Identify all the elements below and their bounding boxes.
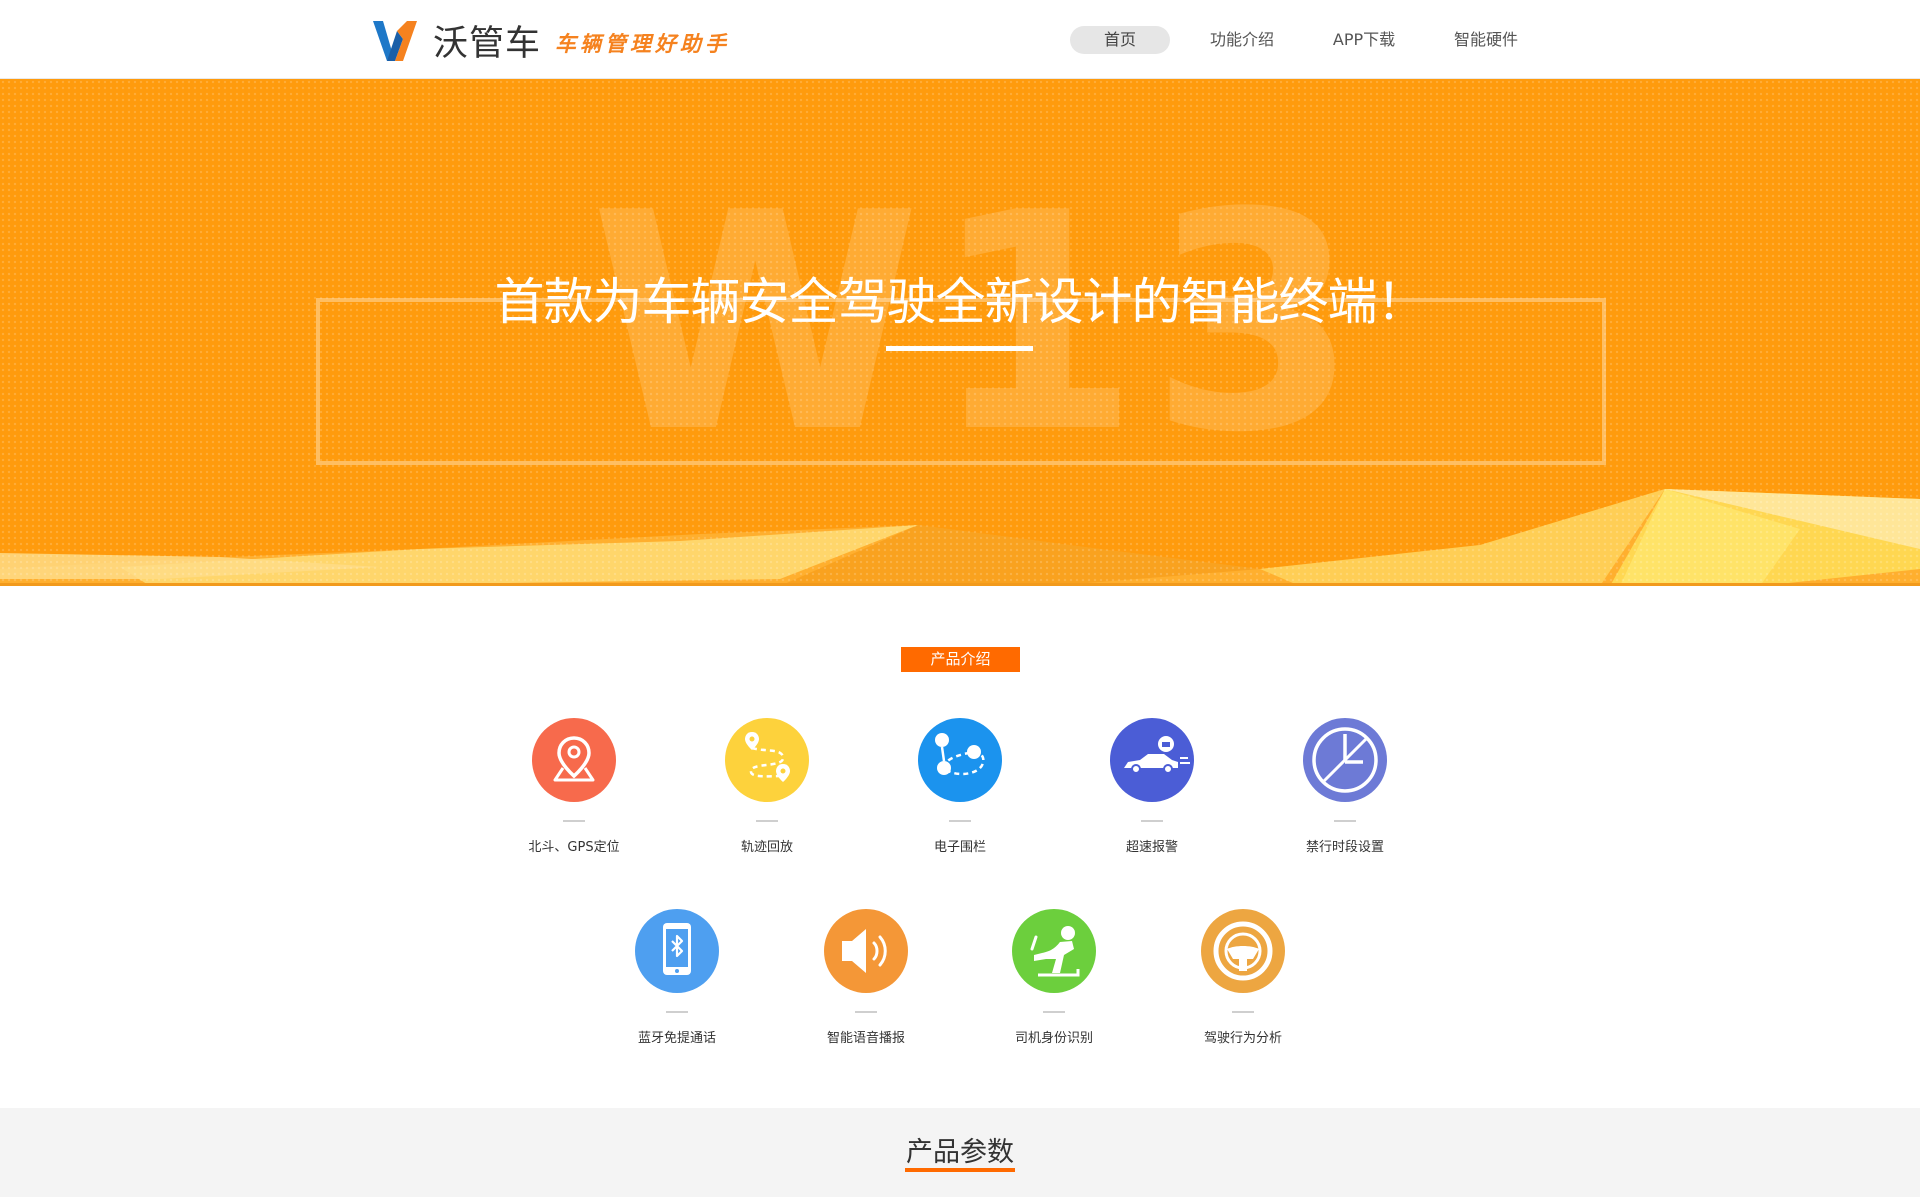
steering-wheel-icon — [1201, 909, 1285, 993]
params-title-underline — [905, 1168, 1015, 1172]
feature-location[interactable]: 北斗、GPS定位 — [489, 718, 659, 855]
feature-label: 禁行时段设置 — [1305, 840, 1384, 855]
bluetooth-phone-icon — [635, 909, 719, 993]
logo-mark-icon — [373, 21, 417, 61]
feature-geofence[interactable]: 电子围栏 — [875, 718, 1045, 855]
feature-label: 超速报警 — [1125, 840, 1178, 855]
brand-name: 沃管车 — [433, 23, 542, 64]
feature-divider — [1334, 820, 1356, 822]
speeding-car-icon — [1110, 718, 1194, 802]
feature-speed-alert[interactable]: 超速报警 — [1067, 718, 1237, 855]
hero-headline: 首款为车辆安全驾驶全新设计的智能终端！ — [494, 273, 1427, 331]
feature-driver-id[interactable]: 司机身份识别 — [969, 909, 1139, 1046]
feature-divider — [666, 1011, 688, 1013]
speaker-icon — [824, 909, 908, 993]
nav-item-app-download[interactable]: APP下载 — [1314, 26, 1414, 54]
feature-divider — [563, 820, 585, 822]
logo[interactable]: 沃管车 车辆管理好助手 — [373, 14, 730, 66]
feature-bluetooth-call[interactable]: 蓝牙免提通话 — [592, 909, 762, 1046]
site-header: 沃管车 车辆管理好助手 首页 功能介绍 APP下载 智能硬件 — [0, 0, 1920, 79]
main-nav: 首页 功能介绍 APP下载 智能硬件 — [1070, 26, 1558, 56]
params-section: 产品参数 — [0, 1108, 1920, 1197]
brand-slogan: 车辆管理好助手 — [555, 31, 731, 56]
hero-bottom-line — [0, 583, 1920, 586]
feature-driving-analysis[interactable]: 驾驶行为分析 — [1158, 909, 1328, 1046]
feature-divider — [756, 820, 778, 822]
feature-voice-broadcast[interactable]: 智能语音播报 — [781, 909, 951, 1046]
feature-label: 北斗、GPS定位 — [528, 840, 620, 855]
feature-label: 智能语音播报 — [826, 1031, 905, 1046]
location-pin-icon — [532, 718, 616, 802]
route-icon — [725, 718, 809, 802]
nav-item-smart-hardware[interactable]: 智能硬件 — [1436, 26, 1536, 54]
feature-route-playback[interactable]: 轨迹回放 — [682, 718, 852, 855]
geofence-icon — [918, 718, 1002, 802]
feature-divider — [1141, 820, 1163, 822]
feature-divider — [1232, 1011, 1254, 1013]
feature-label: 电子围栏 — [933, 840, 986, 855]
hero-banner: W13 首款为车辆安全驾驶全新设计的智能终端！ — [0, 79, 1920, 586]
feature-label: 轨迹回放 — [740, 840, 793, 855]
feature-label: 蓝牙免提通话 — [637, 1031, 716, 1046]
params-title: 产品参数 — [906, 1137, 1014, 1168]
feature-restricted-hours[interactable]: 禁行时段设置 — [1260, 718, 1430, 855]
feature-label: 司机身份识别 — [1014, 1031, 1093, 1046]
nav-item-features[interactable]: 功能介绍 — [1192, 26, 1292, 54]
nav-item-home[interactable]: 首页 — [1070, 26, 1170, 54]
feature-label: 驾驶行为分析 — [1203, 1031, 1282, 1046]
feature-divider — [855, 1011, 877, 1013]
feature-divider — [1043, 1011, 1065, 1013]
hero-headline-underline — [886, 346, 1033, 351]
clock-icon — [1303, 718, 1387, 802]
feature-divider — [949, 820, 971, 822]
section-badge-intro: 产品介绍 — [901, 647, 1020, 672]
driver-seat-icon — [1012, 909, 1096, 993]
